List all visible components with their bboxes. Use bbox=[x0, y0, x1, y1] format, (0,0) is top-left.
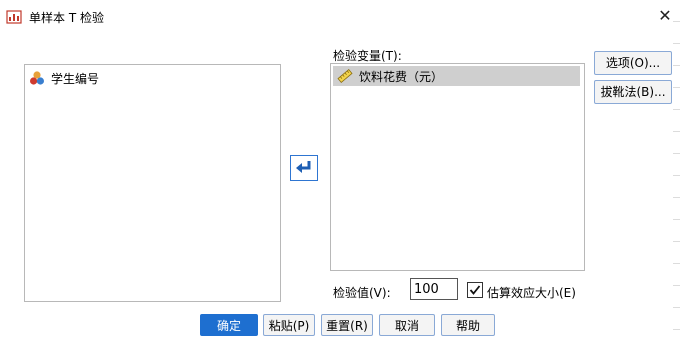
window-title: 单样本 T 检验 bbox=[29, 11, 104, 25]
options-button[interactable]: 选项(O)... bbox=[594, 51, 672, 75]
list-item[interactable]: 学生编号 bbox=[29, 69, 99, 87]
test-value-input[interactable]: 100 bbox=[410, 278, 458, 300]
move-variable-button[interactable] bbox=[290, 155, 318, 181]
background-spreadsheet-grid-right bbox=[673, 0, 680, 350]
source-variable-list[interactable]: 学生编号 bbox=[24, 64, 281, 302]
effect-size-label[interactable]: 估算效应大小(E) bbox=[487, 284, 576, 301]
test-variables-list[interactable]: 饮料花费（元） bbox=[330, 63, 585, 271]
ok-button[interactable]: 确定 bbox=[200, 314, 258, 336]
title-bar: 单样本 T 检验 ✕ bbox=[0, 0, 680, 34]
list-item-label: 学生编号 bbox=[51, 71, 100, 86]
cancel-button[interactable]: 取消 bbox=[379, 314, 435, 336]
close-icon[interactable]: ✕ bbox=[655, 6, 675, 26]
paste-button[interactable]: 粘贴(P) bbox=[263, 314, 315, 336]
spss-app-icon bbox=[6, 10, 22, 24]
reset-button[interactable]: 重置(R) bbox=[321, 314, 373, 336]
checkmark-icon bbox=[469, 285, 481, 295]
list-item-label: 饮料花费（元） bbox=[359, 69, 444, 84]
nominal-variable-icon bbox=[30, 71, 44, 85]
one-sample-t-test-dialog: 单样本 T 检验 ✕ 学生编号 检验变量(T): 饮料花费（元） 选项(O)..… bbox=[0, 0, 680, 350]
test-value-label: 检验值(V): bbox=[333, 286, 391, 300]
bootstrap-button[interactable]: 拔靴法(B)... bbox=[594, 80, 672, 104]
help-button[interactable]: 帮助 bbox=[441, 314, 495, 336]
move-arrow-icon bbox=[296, 161, 311, 173]
scale-variable-icon bbox=[337, 69, 353, 83]
test-variables-label: 检验变量(T): bbox=[333, 49, 402, 63]
effect-size-checkbox[interactable] bbox=[467, 282, 483, 298]
list-item[interactable]: 饮料花费（元） bbox=[333, 66, 580, 86]
